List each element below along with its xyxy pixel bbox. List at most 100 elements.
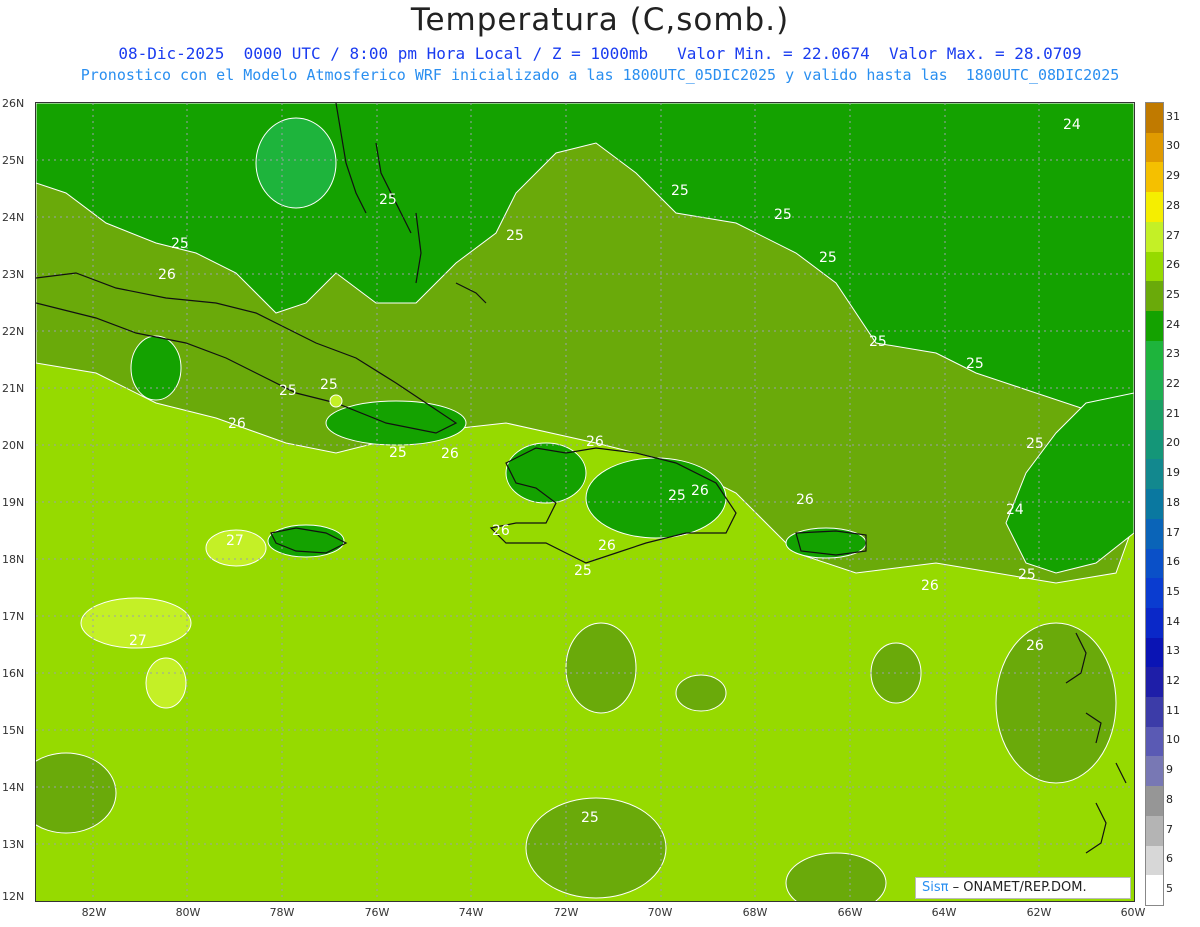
lon-label: 68W: [742, 906, 768, 919]
contour-label: 25: [379, 192, 397, 208]
contour-label: 25: [671, 183, 689, 199]
colorbar-label: 24: [1166, 317, 1180, 331]
lat-label: 13N: [2, 838, 25, 851]
contour-label: 25: [279, 383, 297, 399]
lat-label: 26N: [2, 97, 25, 110]
colorbar-swatch: [1146, 845, 1163, 876]
contour-label: 24: [1006, 502, 1024, 518]
contour-label: 26: [796, 492, 814, 508]
colorbar-label: 5: [1166, 882, 1173, 895]
colorbar-swatch: [1146, 400, 1163, 430]
colorbar-label: 25: [1166, 287, 1180, 301]
temperature-map: 24 25 25 25 25 25 25 25 25 25 25 25 25 2…: [35, 102, 1135, 902]
contour-label: 26: [586, 434, 604, 450]
colorbar-label: 22: [1166, 377, 1180, 391]
colorbar-label: 17: [1166, 525, 1180, 539]
colorbar-label: 7: [1166, 822, 1173, 836]
contour-label: 26: [598, 538, 616, 554]
colorbar-swatch: [1146, 459, 1163, 490]
colorbar-label: 14: [1166, 614, 1180, 628]
credit-text: – ONAMET/REP.DOM.: [952, 880, 1087, 895]
colorbar-swatch: [1146, 192, 1163, 222]
contour-label: 25: [774, 207, 792, 223]
contour-label: 26: [492, 523, 510, 539]
colorbar-label: 16: [1166, 555, 1180, 569]
lon-label: 74W: [458, 906, 484, 919]
lat-label: 18N: [2, 553, 25, 566]
contour-label: 25: [869, 334, 887, 350]
colorbar-swatch: [1146, 815, 1163, 846]
contour-label: 25: [574, 563, 592, 579]
colorbar: [1145, 102, 1164, 906]
contour-label: 26: [228, 416, 246, 432]
lon-label: 78W: [269, 906, 295, 919]
lon-label: 66W: [837, 906, 863, 919]
lat-label: 17N: [2, 610, 25, 623]
colorbar-swatch: [1146, 726, 1163, 757]
colorbar-label: 8: [1166, 792, 1173, 806]
temp-blob-south-4: [995, 622, 1117, 784]
colorbar-label: 15: [1166, 584, 1180, 598]
colorbar-label: 20: [1166, 436, 1180, 450]
contour-label: 25: [1026, 436, 1044, 452]
lon-label: 82W: [81, 906, 107, 919]
colorbar-label: 27: [1166, 228, 1180, 242]
colorbar-swatch: [1146, 310, 1163, 341]
colorbar-swatch: [1146, 489, 1163, 519]
map-canvas: 24 25 25 25 25 25 25 25 25 25 25 25 25 2…: [36, 103, 1134, 901]
colorbar-swatch: [1146, 667, 1163, 698]
credit-box: Sisπ – ONAMET/REP.DOM.: [915, 877, 1131, 899]
contour-label: 27: [226, 533, 244, 549]
colorbar-label: 18: [1166, 495, 1180, 509]
colorbar-label: 13: [1166, 644, 1180, 658]
colorbar-label: 31: [1166, 109, 1180, 123]
lon-label: 76W: [364, 906, 390, 919]
lon-label: 72W: [553, 906, 579, 919]
lat-label: 12N: [2, 890, 25, 903]
lat-label: 16N: [2, 667, 25, 680]
contour-label: 25: [1018, 567, 1036, 583]
contour-label: 26: [921, 578, 939, 594]
colorbar-label: 6: [1166, 852, 1173, 866]
colorbar-swatch: [1146, 578, 1163, 608]
colorbar-swatch: [1146, 607, 1163, 638]
colorbar-swatch: [1146, 429, 1163, 460]
colorbar-swatch: [1146, 518, 1163, 549]
lat-label: 14N: [2, 781, 25, 794]
lat-label: 19N: [2, 496, 25, 509]
contour-label: 25: [819, 250, 837, 266]
contour-label: 24: [1063, 117, 1081, 133]
contour-label: 25: [966, 356, 984, 372]
colorbar-swatch: [1146, 637, 1163, 668]
colorbar-label: 23: [1166, 347, 1180, 361]
colorbar-swatch: [1146, 786, 1163, 816]
contour-label: 25: [389, 445, 407, 461]
colorbar-swatch: [1146, 370, 1163, 401]
contour-label: 25: [320, 377, 338, 393]
lon-label: 80W: [175, 906, 201, 919]
contour-label: 26: [158, 267, 176, 283]
colorbar-swatch: [1146, 221, 1163, 252]
lon-label: 70W: [647, 906, 673, 919]
temp-blob-warm-3: [145, 657, 187, 709]
colorbar-label: 29: [1166, 169, 1180, 183]
colorbar-label: 21: [1166, 406, 1180, 420]
colorbar-swatch: [1146, 162, 1163, 193]
lon-label: 64W: [931, 906, 957, 919]
lat-label: 20N: [2, 439, 25, 452]
colorbar-label: 28: [1166, 198, 1180, 212]
contour-label: 26: [441, 446, 459, 462]
temp-blob-south-1: [565, 622, 637, 714]
temp-blob-bahamas: [255, 117, 337, 209]
lat-label: 22N: [2, 325, 25, 338]
colorbar-label: 10: [1166, 733, 1180, 747]
temp-blob-cuba-west: [130, 335, 182, 401]
lat-label: 25N: [2, 154, 25, 167]
model-run-subtitle: Pronostico con el Modelo Atmosferico WRF…: [80, 66, 1120, 84]
colorbar-label: 9: [1166, 763, 1173, 777]
contour-label: 26: [1026, 638, 1044, 654]
colorbar-label: 11: [1166, 703, 1180, 717]
colorbar-swatch: [1146, 697, 1163, 727]
lat-label: 21N: [2, 382, 25, 395]
colorbar-swatch: [1146, 340, 1163, 371]
